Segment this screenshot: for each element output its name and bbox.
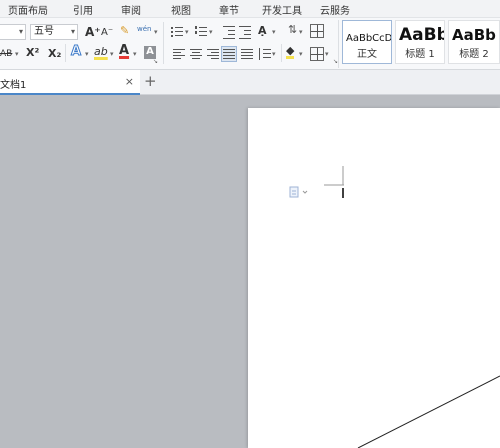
page-content-layer [289,166,500,448]
clear-format-icon[interactable]: ✎ [120,25,129,37]
chevron-down-icon: ▾ [185,28,189,36]
divider [338,20,339,68]
line-spacing-icon[interactable] [258,47,272,61]
paste-options-icon[interactable] [289,186,308,198]
chevron-down-icon: ▾ [299,28,303,36]
document-tab-title: 文档1 [0,80,27,91]
chevron-down-icon: ▾ [272,28,276,36]
chevron-down-icon: ▾ [325,50,329,58]
drawn-line-shape[interactable] [357,375,500,448]
styles-gallery: AaBbCcDd 正文 AaBb 标题 1 AaBb 标题 2 [340,20,500,64]
new-tab-button[interactable]: + [144,73,157,89]
menu-review[interactable]: 审阅 [121,2,141,17]
text-effect-button[interactable]: A [70,45,81,59]
align-left-icon[interactable] [172,47,186,61]
chevron-down-icon: ▾ [15,50,19,58]
font-color-button[interactable]: A [119,44,129,57]
style-heading-2[interactable]: AaBb 标题 2 [448,20,500,64]
align-right-icon[interactable] [206,47,220,61]
style-heading-2-label: 标题 2 [459,49,489,60]
style-heading-1-label: 标题 1 [405,49,435,60]
menu-cloud-services[interactable]: 云服务 [320,2,350,17]
justify-icon[interactable] [221,46,237,62]
menu-view[interactable]: 视图 [171,2,191,17]
style-normal-preview: AaBbCcDd [346,33,391,44]
shrink-font-button[interactable]: A⁻ [101,27,113,39]
menu-references[interactable]: 引用 [73,2,93,17]
grow-font-button[interactable]: A⁺ [85,26,101,38]
align-center-icon[interactable] [189,47,203,61]
decrease-indent-icon[interactable] [222,25,236,39]
chevron-down-icon: ▾ [133,50,137,58]
borders-icon[interactable] [310,47,324,61]
paragraph-shading-icon[interactable]: ◆ [286,45,295,59]
chevron-down-icon: ▾ [70,27,75,36]
style-heading-2-preview: AaBb [452,26,496,44]
numbered-list-icon[interactable] [194,25,208,39]
divider [163,44,164,62]
style-normal-label: 正文 [357,49,377,60]
menu-page-layout[interactable]: 页面布局 [8,2,48,17]
chevron-down-icon: ▾ [272,50,276,58]
chevron-down-icon: ▾ [154,28,158,36]
subscript-button[interactable]: X₂ [48,48,61,60]
document-tab-bar: 文档1 × + [0,70,500,95]
document-tab[interactable]: 文档1 × [0,70,140,95]
menu-developer-tools[interactable]: 开发工具 [262,2,302,17]
font-dialog-launcher-icon[interactable]: ↘ [153,58,158,65]
close-icon[interactable]: × [125,75,134,88]
style-normal[interactable]: AaBbCcDd 正文 [342,20,392,64]
bullet-list-icon[interactable] [170,25,184,39]
chevron-down-icon: ▾ [299,50,303,58]
font-size-value: 五号 [34,26,54,37]
highlight-button[interactable]: ab [94,46,108,58]
menu-bar: 页面布局 引用 审阅 视图 章节 开发工具 云服务 [0,0,500,18]
font-size-combo[interactable]: 五号 ▾ [30,24,78,40]
font-name-combo[interactable]: ▾ [0,24,26,40]
chevron-down-icon: ▾ [209,28,213,36]
divider [65,44,66,62]
superscript-button[interactable]: X² [26,47,39,59]
strikethrough-button[interactable]: AB [0,48,12,60]
chevron-down-icon: ▾ [85,50,89,58]
increase-indent-icon[interactable] [238,25,252,39]
phonetic-guide-button[interactable]: wén [137,23,151,35]
chevron-down-icon: ▾ [110,50,114,58]
change-case-icon[interactable]: Ạ [258,25,267,37]
style-heading-1[interactable]: AaBb 标题 1 [395,20,445,64]
distributed-align-icon[interactable] [240,47,254,61]
table-grid-icon[interactable] [310,24,324,38]
style-heading-1-preview: AaBb [399,25,444,45]
menu-section[interactable]: 章节 [219,2,239,17]
chevron-down-icon: ▾ [18,27,23,36]
divider [281,44,282,62]
sort-icon[interactable]: ⇅ [288,24,297,36]
document-page[interactable] [248,108,500,448]
